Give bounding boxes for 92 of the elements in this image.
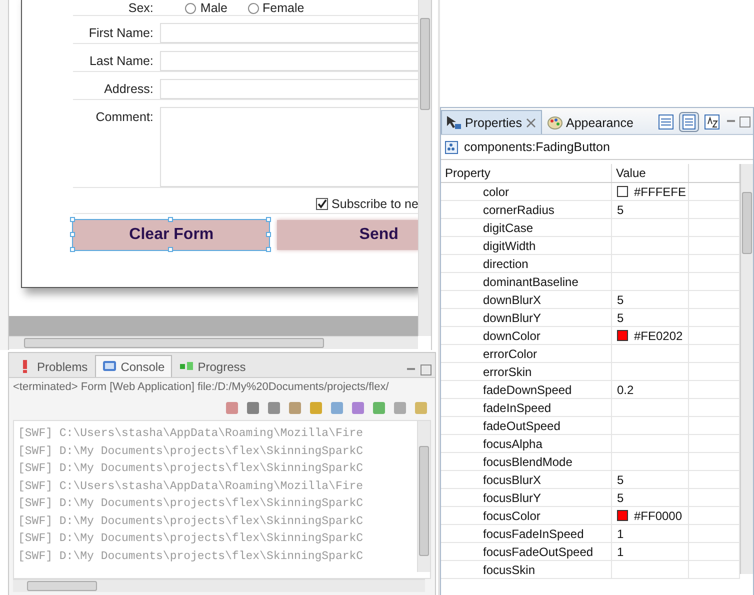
property-name: dominantBaseline [441, 273, 612, 290]
property-name: downBlurX [441, 291, 612, 308]
property-name: fadeInSpeed [441, 399, 612, 416]
property-name: downColor [441, 327, 612, 344]
console-line: [SWF] C:\Users\stasha\AppData\Roaming\Mozilla\Fire [18, 478, 364, 494]
property-value: #FFFEFE [634, 184, 686, 198]
toolbar-icon [308, 400, 324, 416]
property-name: focusBlurY [441, 489, 612, 506]
property-name: focusSkin [441, 561, 612, 578]
subscribe-checkbox[interactable]: Subscribe to ne [73, 194, 418, 214]
property-name: errorColor [441, 345, 612, 362]
property-value: 5 [617, 490, 624, 504]
scrollbar[interactable] [740, 164, 753, 574]
scrollbar[interactable] [417, 421, 430, 572]
console-tab[interactable]: Problems [11, 355, 95, 377]
toolbar-icon [350, 400, 366, 416]
property-value: #FE0202 [634, 328, 683, 342]
console-tab[interactable]: Console [94, 355, 172, 377]
console-line: [SWF] C:\Users\stasha\AppData\Roaming\Mozilla\Fire [18, 426, 364, 442]
property-name: color [441, 183, 612, 200]
console-line: [SWF] D:\My Documents\projects\flex\SkinningSparkC [18, 531, 364, 547]
console-line: [SWF] D:\My Documents\projects\flex\SkinningSparkC [18, 548, 364, 564]
column-header[interactable]: Value [612, 164, 689, 182]
property-value: 5 [617, 472, 624, 486]
radio-option[interactable]: Female [248, 1, 304, 15]
text-input-field[interactable] [160, 23, 418, 43]
property-name: focusColor [441, 507, 612, 524]
field-label: Last Name: [88, 53, 154, 68]
field-label: Address: [103, 81, 154, 96]
close-icon [524, 116, 537, 128]
property-value: 1 [617, 544, 624, 558]
toolbar-icon [266, 400, 282, 416]
radio-option[interactable]: Male [185, 1, 228, 15]
minimize-maximize-icon [725, 115, 751, 129]
color-swatch[interactable] [617, 510, 628, 521]
property-name: downBlurY [441, 309, 612, 326]
console-line: [SWF] D:\My Documents\projects\flex\SkinningSparkC [18, 461, 364, 477]
field-label: Comment: [94, 109, 154, 124]
console-line: [SWF] D:\My Documents\projects\flex\SkinningSparkC [18, 514, 364, 530]
console-tab[interactable]: Progress [172, 355, 253, 377]
toolbar-icon [329, 400, 345, 416]
toolbar-icon [287, 400, 303, 416]
scrollbar[interactable] [13, 579, 425, 592]
property-name: fadeOutSpeed [441, 417, 612, 434]
toolbar-icon [245, 400, 261, 416]
column-header[interactable]: Property [441, 164, 612, 182]
toolbar-icon [371, 400, 387, 416]
property-name: digitCase [441, 219, 612, 236]
property-value: 5 [617, 292, 624, 306]
text-input-field[interactable] [160, 79, 418, 99]
property-value: #FF0000 [634, 508, 682, 522]
scrollbar[interactable] [418, 0, 432, 336]
toolbar-icon [392, 400, 408, 416]
toolbar-icon [224, 400, 240, 416]
check-icon [316, 198, 327, 208]
property-name: errorSkin [441, 363, 612, 380]
property-name: focusAlpha [441, 435, 612, 452]
property-value: 5 [617, 310, 624, 324]
console-line: [SWF] D:\My Documents\projects\flex\SkinningSparkC [18, 496, 364, 512]
scrollbar[interactable] [9, 336, 418, 349]
properties-tab[interactable]: Appearance [542, 110, 638, 134]
text-input-field[interactable] [160, 51, 418, 71]
property-name: focusFadeOutSpeed [441, 543, 612, 560]
cursor-icon [446, 114, 462, 130]
property-value: 0.2 [617, 382, 634, 396]
property-name: direction [441, 255, 612, 272]
properties-tab[interactable]: Properties [441, 110, 542, 134]
component-icon [445, 140, 458, 154]
color-swatch[interactable] [617, 330, 628, 341]
property-name: focusFadeInSpeed [441, 525, 612, 542]
property-value: 1 [617, 526, 624, 540]
toolbar-icon [413, 400, 429, 416]
property-name: digitWidth [441, 237, 612, 254]
field-label: Sex: [127, 1, 154, 15]
monitor-icon [102, 359, 117, 374]
console-status: <terminated> Form [Web Application] file:/D:/My%20Documents/projects/flex/ [12, 380, 390, 395]
property-name: focusBlurX [441, 471, 612, 488]
send-button[interactable]: Send [277, 220, 418, 250]
clear-form-button[interactable]: Clear Form [73, 220, 270, 250]
grid-view-icon [657, 113, 675, 131]
property-name: focusBlendMode [441, 453, 612, 470]
field-label: First Name: [88, 25, 154, 40]
palette-icon [546, 114, 563, 130]
property-name: fadeDownSpeed [441, 381, 612, 398]
color-swatch[interactable] [617, 186, 628, 197]
property-name: cornerRadius [441, 201, 612, 218]
property-value: 5 [617, 202, 624, 216]
component-name: components:FadingButton [464, 140, 610, 154]
sort-az-icon [703, 113, 721, 131]
list-view-icon [679, 112, 699, 132]
console-line: [SWF] D:\My Documents\projects\flex\SkinningSparkC [18, 444, 364, 460]
comment-textarea[interactable] [160, 107, 418, 187]
